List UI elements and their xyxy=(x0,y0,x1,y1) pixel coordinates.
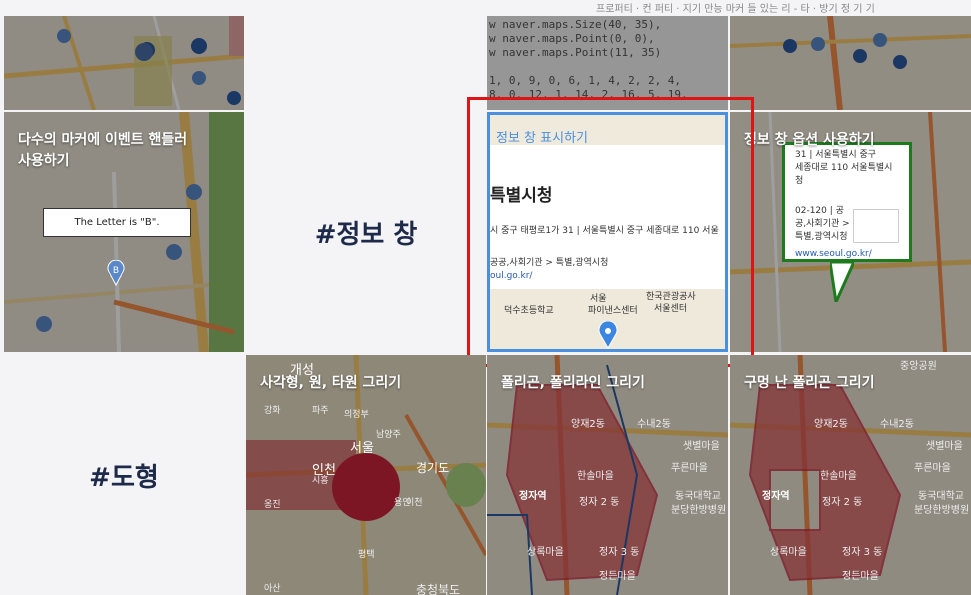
tile-holed-polygon[interactable]: 양재2동 수내2동 정자역 정자 2 동 한솔마을 상록마을 정자 3 동 정든… xyxy=(730,355,971,595)
map-label: 동국대학교 xyxy=(918,491,964,502)
tile-info-window-section: #정보 창 xyxy=(246,112,486,352)
tile-marker-events[interactable]: 다수의 마커에 이벤트 핸들러 사용하기 The Letter is "B". … xyxy=(4,112,244,352)
map-label: 시흥 xyxy=(312,476,329,486)
map-label: 수내2동 xyxy=(880,419,914,430)
map-label: 아산 xyxy=(264,584,281,594)
map-label: 이천 xyxy=(406,498,423,508)
map-label: 동국대학교 xyxy=(675,491,721,502)
map-label: 파주 xyxy=(312,406,329,416)
map-label: 샛별마을 xyxy=(926,441,963,452)
marker-info-bubble: The Letter is "B". xyxy=(43,208,191,237)
tile-map-top-right[interactable] xyxy=(730,16,971,110)
info-window-phone: 02-120 | 공 공,사회기관 > 특별,광역시청 xyxy=(795,206,850,242)
map-label: 분당한방병원 xyxy=(914,505,970,516)
top-bar: 프로퍼티 · 컨 퍼티 · 지기 만능 마커 들 있는 리 - 타 · 방기 정… xyxy=(0,0,971,16)
map-label: 정든마을 xyxy=(599,571,636,582)
map-label: 푸른마을 xyxy=(671,463,708,474)
map-label: 정자 3 동 xyxy=(842,547,883,558)
map-label: 샛별마을 xyxy=(683,441,720,452)
info-window-link[interactable]: www.seoul.go.kr/ xyxy=(795,249,872,259)
map-label: 한솔마을 xyxy=(577,471,614,482)
top-bar-text: 프로퍼티 · 컨 퍼티 · 지기 만능 마커 들 있는 리 - 타 · 방기 정… xyxy=(596,4,875,15)
tile-rect-circle[interactable]: 개성 서울 인천 경기도 강화 파주 의정부 평택 용인 옹진 이천 시흥 남양… xyxy=(246,355,486,595)
map-label: 경기도 xyxy=(416,461,450,475)
map-label: 정든마을 xyxy=(842,571,879,582)
tile-shapes-section: #도형 xyxy=(4,355,244,595)
tile-caption: 정보 창 옵션 사용하기 xyxy=(744,132,875,148)
logo-image xyxy=(853,209,899,243)
map-label: 강화 xyxy=(264,406,281,416)
info-window-tail-icon xyxy=(830,262,854,302)
map-label: 남양주 xyxy=(376,430,401,440)
tile-caption: 구멍 난 폴리곤 그리기 xyxy=(744,375,875,391)
map-marker-icon[interactable]: B xyxy=(107,260,125,286)
tile-shade xyxy=(730,16,971,110)
map-label: 정자역 xyxy=(762,491,790,502)
map-label: 분당한방병원 xyxy=(671,505,727,516)
map-label: 상록마을 xyxy=(527,547,564,558)
info-window-text: 31 | 서울특별시 중구 세종대로 110 서울특별시 청 xyxy=(795,150,893,186)
tile-caption: 사각형, 원, 타원 그리기 xyxy=(260,375,402,391)
tile-caption: 폴리곤, 폴리라인 그리기 xyxy=(501,375,645,391)
map-label: 수내2동 xyxy=(637,419,671,430)
tile-code-top[interactable]: w naver.maps.Size(40, 35), w naver.maps.… xyxy=(487,16,728,110)
map-label: 옹진 xyxy=(264,500,281,510)
section-title: #도형 xyxy=(89,462,159,493)
tile-polygon-polyline[interactable]: 양재2동 수내2동 정자역 정자 2 동 한솔마을 상록마을 정자 3 동 정든… xyxy=(487,355,728,595)
tile-caption: 다수의 마커에 이벤트 핸들러 사용하기 xyxy=(18,132,188,169)
map-label: 양재2동 xyxy=(571,419,605,430)
map-label: 정자역 xyxy=(519,491,547,502)
tile-shade xyxy=(4,16,244,110)
map-label: 정자 2 동 xyxy=(822,497,863,508)
styled-info-window: 31 | 서울특별시 중구 세종대로 110 서울특별시 청 02-120 | … xyxy=(782,142,912,262)
map-label: 평택 xyxy=(358,550,375,560)
tile-markers-top[interactable] xyxy=(4,16,244,110)
highlight-box xyxy=(467,97,754,367)
map-label: 서울 xyxy=(350,441,374,456)
map-label: 충청북도 xyxy=(416,583,461,595)
map-label: 양재2동 xyxy=(814,419,848,430)
gallery-page: 프로퍼티 · 컨 퍼티 · 지기 만능 마커 들 있는 리 - 타 · 방기 정… xyxy=(0,0,971,595)
section-title: #정보 창 xyxy=(314,219,418,250)
map-label: 한솔마을 xyxy=(820,471,857,482)
map-label: 푸른마을 xyxy=(914,463,951,474)
map-label: 정자 2 동 xyxy=(579,497,620,508)
map-label: 중앙공원 xyxy=(900,361,937,372)
svg-text:B: B xyxy=(113,266,119,276)
tile-info-window-options[interactable]: 31 | 서울특별시 중구 세종대로 110 서울특별시 청 02-120 | … xyxy=(730,112,971,352)
map-label: 의정부 xyxy=(344,410,369,420)
map-label: 상록마을 xyxy=(770,547,807,558)
tile-shade xyxy=(487,16,728,110)
map-label: 정자 3 동 xyxy=(599,547,640,558)
